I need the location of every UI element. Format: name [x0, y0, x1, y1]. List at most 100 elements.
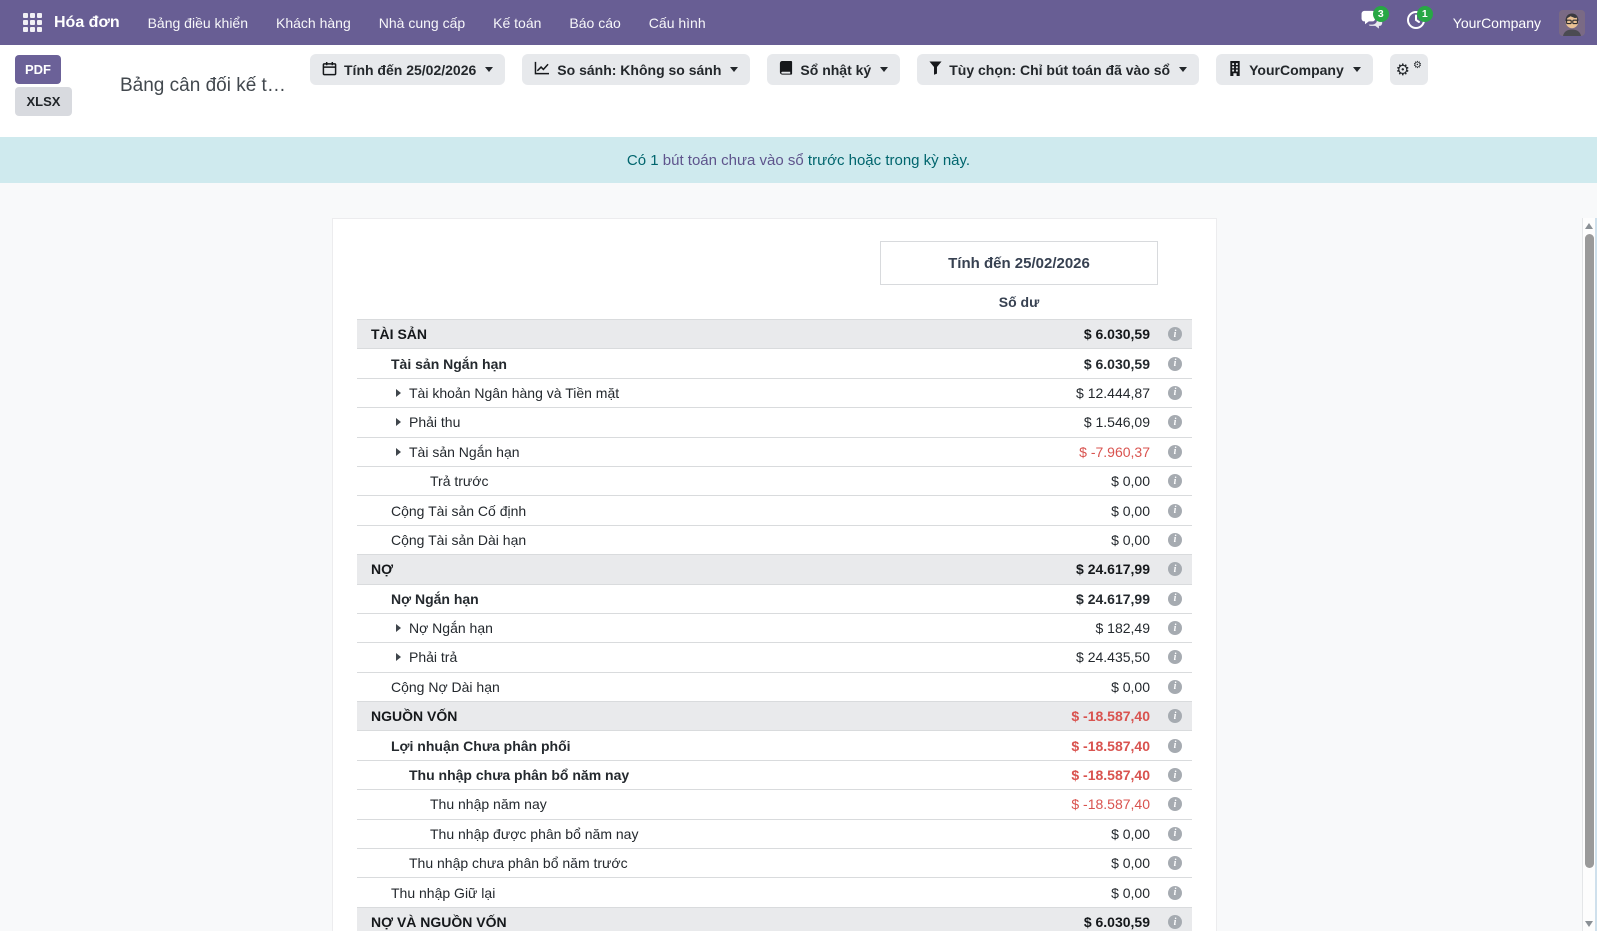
scroll-up-button[interactable] — [1583, 218, 1595, 233]
date-filter-button[interactable]: Tính đến 25/02/2026 — [310, 54, 505, 85]
expand-caret-icon[interactable] — [396, 418, 401, 426]
calendar-icon — [322, 61, 337, 79]
table-row: NỢ$ 24.617,99i — [357, 554, 1192, 583]
row-label: Nợ Ngắn hạn — [357, 591, 880, 607]
row-info-cell: i — [1158, 856, 1192, 870]
row-balance-value: $ -18.587,40 — [880, 738, 1158, 754]
row-label: Thu nhập chưa phân bổ năm trước — [357, 855, 880, 871]
unposted-entries-link[interactable]: bút toán chưa vào sổ — [663, 152, 804, 169]
report-settings-button[interactable]: ⚙ ⚙ — [1390, 54, 1428, 85]
row-balance-value: $ 6.030,59 — [880, 326, 1158, 342]
row-info-cell: i — [1158, 504, 1192, 518]
export-pdf-button[interactable]: PDF — [15, 55, 61, 84]
chevron-down-icon — [730, 67, 738, 72]
user-avatar[interactable] — [1559, 10, 1585, 36]
info-icon[interactable]: i — [1168, 856, 1182, 870]
info-icon[interactable]: i — [1168, 680, 1182, 694]
table-row: Cộng Nợ Dài hạn$ 0,00i — [357, 672, 1192, 701]
row-info-cell: i — [1158, 562, 1192, 576]
scrollbar-thumb[interactable] — [1585, 234, 1594, 868]
menu-reporting[interactable]: Báo cáo — [555, 0, 634, 45]
expand-caret-icon[interactable] — [396, 624, 401, 632]
journals-filter-button[interactable]: Sổ nhật ký — [767, 54, 900, 85]
row-label[interactable]: Phải trả — [357, 649, 880, 665]
options-filter-button[interactable]: Tùy chọn: Chỉ bút toán đã vào sổ — [917, 54, 1199, 85]
gears-icon: ⚙ — [1396, 62, 1410, 78]
row-info-cell: i — [1158, 415, 1192, 429]
line-chart-icon — [534, 61, 550, 78]
table-row: NỢ VÀ NGUỒN VỐN$ 6.030,59i — [357, 907, 1192, 931]
menu-vendors[interactable]: Nhà cung cấp — [365, 0, 479, 45]
row-balance-value: $ -7.960,37 — [880, 444, 1158, 460]
current-app-name[interactable]: Hóa đơn — [54, 14, 120, 32]
row-info-cell: i — [1158, 327, 1192, 341]
row-label: Cộng Tài sản Cố định — [357, 503, 880, 519]
filter-bar: Tính đến 25/02/2026 So sánh: Không so sá… — [310, 54, 1428, 85]
row-label: Cộng Nợ Dài hạn — [357, 679, 880, 695]
row-info-cell: i — [1158, 445, 1192, 459]
info-icon[interactable]: i — [1168, 474, 1182, 488]
expand-caret-icon[interactable] — [396, 653, 401, 661]
menu-accounting[interactable]: Kế toán — [479, 0, 555, 45]
row-label[interactable]: Tài khoản Ngân hàng và Tiền mặt — [357, 385, 880, 401]
navbar-systray: 3 1 YourCompany — [1355, 0, 1585, 45]
info-icon[interactable]: i — [1168, 327, 1182, 341]
info-icon[interactable]: i — [1168, 562, 1182, 576]
row-info-cell: i — [1158, 680, 1192, 694]
info-icon[interactable]: i — [1168, 415, 1182, 429]
info-icon[interactable]: i — [1168, 386, 1182, 400]
row-label[interactable]: Tài sản Ngắn hạn — [357, 444, 880, 460]
table-row: Phải thu$ 1.546,09 i — [357, 407, 1192, 436]
table-row: Lợi nhuận Chưa phân phối$ -18.587,40i — [357, 730, 1192, 759]
apps-menu-button[interactable] — [12, 0, 52, 45]
row-info-cell: i — [1158, 357, 1192, 371]
row-info-cell: i — [1158, 474, 1192, 488]
comparison-filter-button[interactable]: So sánh: Không so sánh — [522, 54, 750, 85]
company-filter-button[interactable]: YourCompany — [1216, 54, 1373, 85]
row-balance-value: $ -18.587,40 — [880, 708, 1158, 724]
info-icon[interactable]: i — [1168, 768, 1182, 782]
vertical-scrollbar[interactable] — [1582, 218, 1597, 931]
row-label[interactable]: Phải thu — [357, 414, 880, 430]
row-label: Thu nhập chưa phân bổ năm nay — [357, 767, 880, 783]
info-icon[interactable]: i — [1168, 621, 1182, 635]
expand-caret-icon[interactable] — [396, 448, 401, 456]
info-icon[interactable]: i — [1168, 886, 1182, 900]
info-icon[interactable]: i — [1168, 445, 1182, 459]
messages-button[interactable]: 3 — [1355, 0, 1389, 45]
info-icon[interactable]: i — [1168, 827, 1182, 841]
info-icon[interactable]: i — [1168, 533, 1182, 547]
row-label[interactable]: Nợ Ngắn hạn — [357, 620, 880, 636]
menu-customers[interactable]: Khách hàng — [262, 0, 365, 45]
info-icon[interactable]: i — [1168, 797, 1182, 811]
info-icon[interactable]: i — [1168, 650, 1182, 664]
table-row: Thu nhập chưa phân bổ năm nay$ -18.587,4… — [357, 760, 1192, 789]
report-subheader-row: Số dư — [357, 285, 1192, 319]
balance-sheet-card: Tính đến 25/02/2026 Số dư TÀI SẢN$ 6.030… — [332, 218, 1217, 931]
info-icon[interactable]: i — [1168, 504, 1182, 518]
info-icon[interactable]: i — [1168, 709, 1182, 723]
row-label: NỢ VÀ NGUỒN VỐN — [357, 914, 880, 930]
info-icon[interactable]: i — [1168, 739, 1182, 753]
control-panel: PDF XLSX Bảng cân đối kế t… Tính đến 25/… — [0, 45, 1597, 137]
comparison-filter-label: So sánh: Không so sánh — [557, 62, 721, 78]
activities-button[interactable]: 1 — [1399, 0, 1433, 45]
row-balance-value: $ 12.444,87 — [880, 385, 1158, 401]
row-balance-value: $ 1.546,09 — [880, 414, 1158, 430]
table-row: Thu nhập chưa phân bổ năm trước$ 0,00i — [357, 848, 1192, 877]
row-label: Tài sản Ngắn hạn — [357, 356, 880, 372]
row-info-cell: i — [1158, 533, 1192, 547]
scroll-down-button[interactable] — [1583, 916, 1595, 931]
row-balance-value: $ 182,49 — [880, 620, 1158, 636]
info-icon[interactable]: i — [1168, 915, 1182, 929]
info-icon[interactable]: i — [1168, 357, 1182, 371]
expand-caret-icon[interactable] — [396, 389, 401, 397]
menu-config[interactable]: Cấu hình — [635, 0, 720, 45]
apps-grid-icon — [23, 13, 42, 32]
menu-dashboard[interactable]: Bảng điều khiển — [134, 0, 262, 45]
row-balance-value: $ 0,00 — [880, 473, 1158, 489]
info-icon[interactable]: i — [1168, 592, 1182, 606]
company-user-menu[interactable]: YourCompany — [1453, 15, 1541, 31]
report-header-row: Tính đến 25/02/2026 — [357, 241, 1192, 285]
export-xlsx-button[interactable]: XLSX — [15, 87, 72, 116]
